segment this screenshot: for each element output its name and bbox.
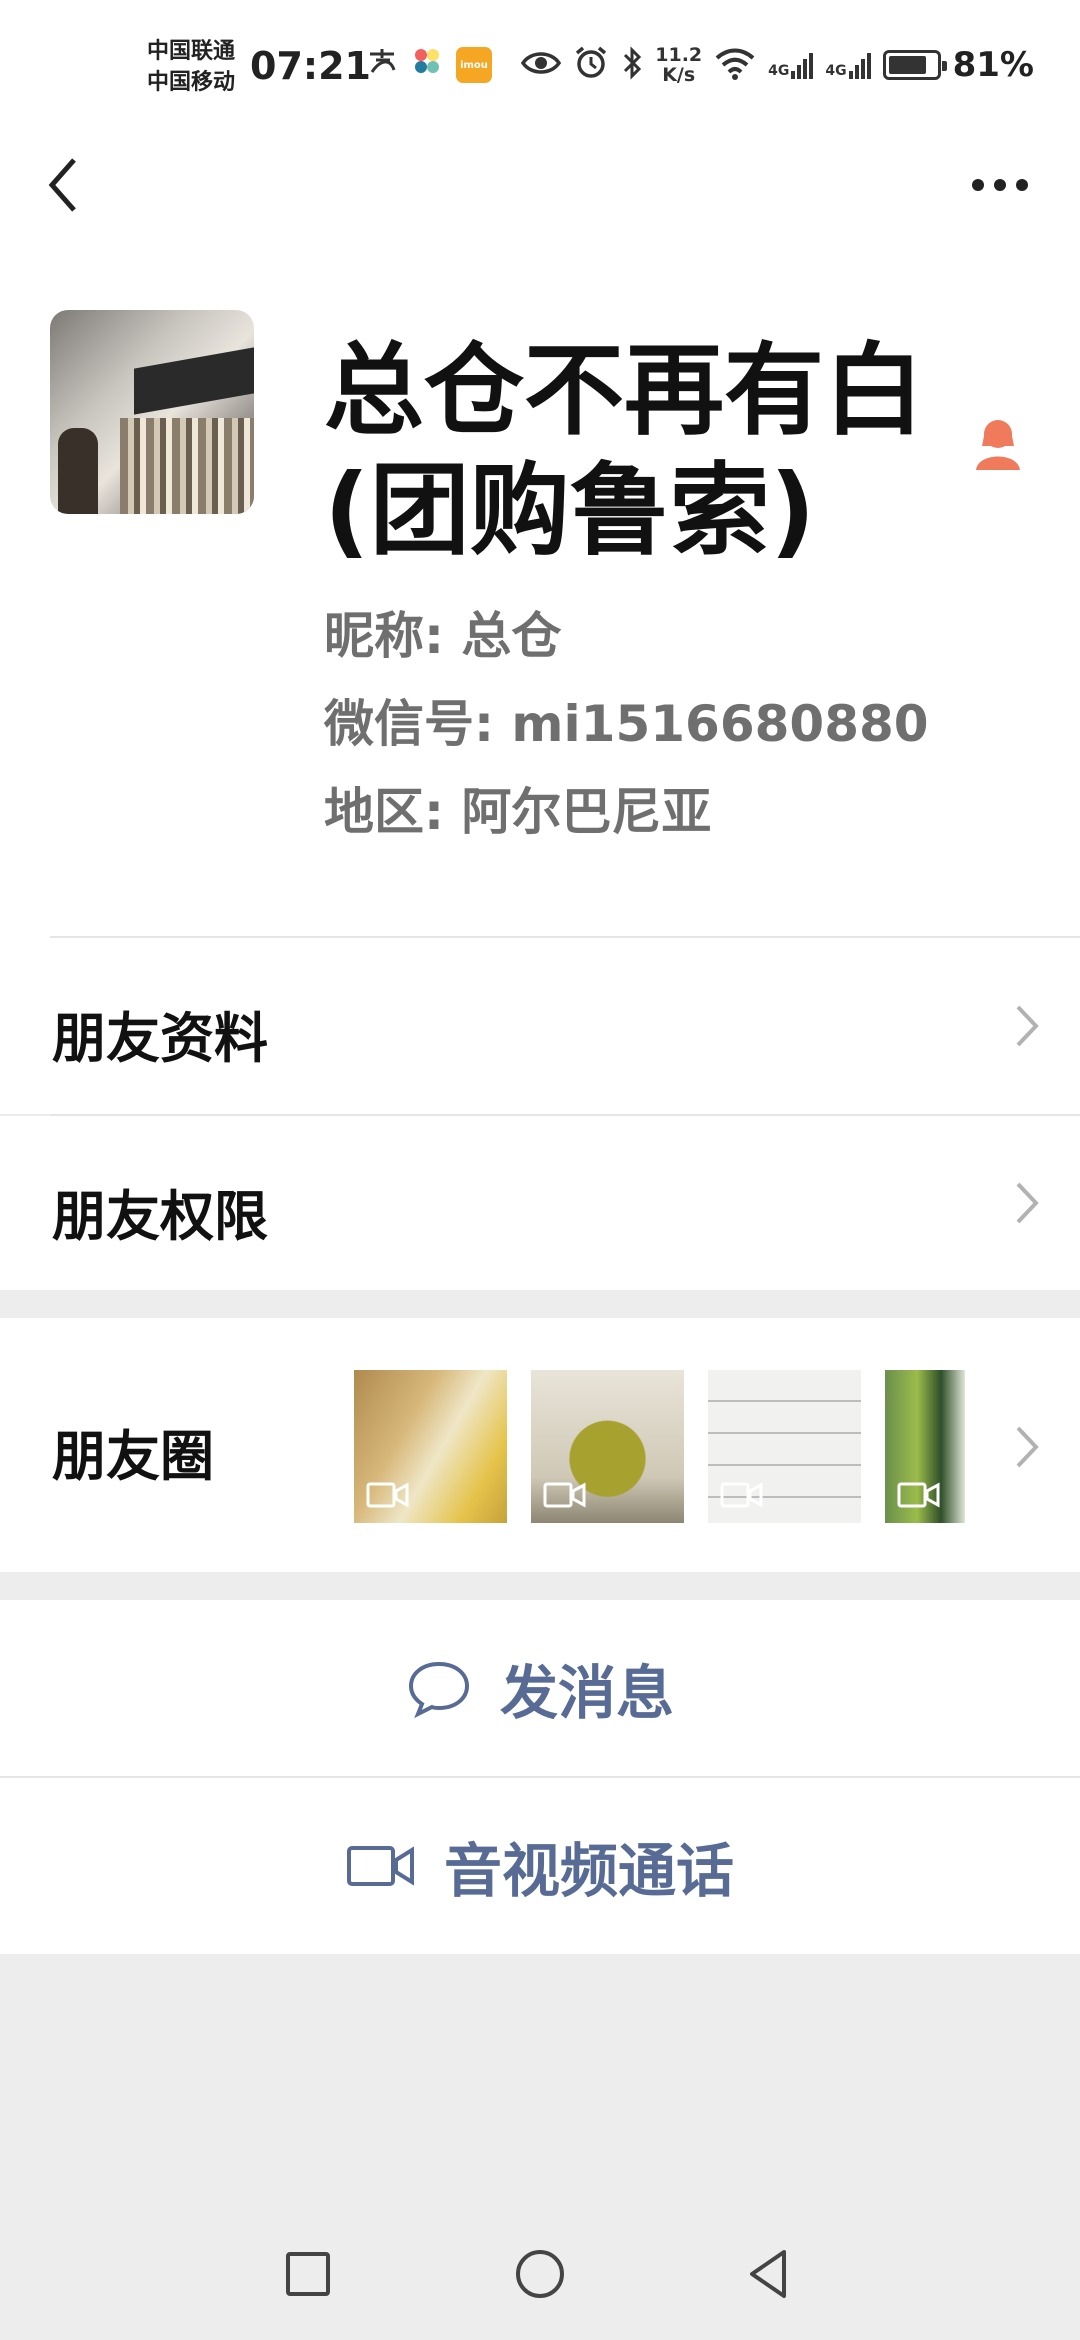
chevron-right-icon: [1016, 1182, 1039, 1224]
home-button[interactable]: [510, 2244, 570, 2304]
system-nav-bar: [0, 2210, 1080, 2340]
moments-label: 朋友圈: [52, 1425, 214, 1488]
chat-bubble-icon: [408, 1661, 469, 1718]
moments-thumbnails: [354, 1370, 965, 1523]
friend-profile-label: 朋友资料: [52, 1007, 268, 1070]
avatar[interactable]: [50, 310, 254, 514]
eye-icon: [521, 49, 562, 81]
nickname-label: 昵称:: [324, 607, 444, 665]
remark-name-line-2: (团购鲁索): [324, 452, 816, 569]
region-line: 地区: 阿尔巴尼亚: [324, 772, 711, 844]
status-bar: 中国联通 中国移动 07:21 imou 11.2 K/s 4G 4G 81%: [0, 0, 1080, 120]
carrier-2: 中国移动: [147, 70, 236, 95]
bluetooth-icon: [621, 45, 643, 85]
signal-1-icon: 4G: [768, 51, 814, 79]
video-call-label: 音视频通话: [443, 1837, 734, 1905]
friend-profile-row[interactable]: 朋友资料: [0, 938, 1080, 1114]
battery-icon: [882, 50, 947, 80]
profile-section: 总仓不再有白 (团购鲁索) 昵称: 总仓 微信号: mi1516680880 地…: [0, 260, 1080, 938]
alipay-icon: [366, 46, 398, 84]
more-dots-icon: [972, 179, 1028, 191]
moment-thumbnail[interactable]: [708, 1370, 861, 1523]
wechat-id-value[interactable]: mi1516680880: [511, 695, 928, 753]
battery-fill: [888, 56, 926, 74]
video-icon: [366, 1482, 409, 1508]
carrier-1: 中国联通: [147, 39, 236, 64]
top-bar: [0, 120, 1080, 260]
video-icon: [897, 1482, 940, 1508]
signal-2-icon: 4G: [825, 51, 871, 79]
friend-permissions-row[interactable]: 朋友权限: [0, 1116, 1080, 1290]
net-speed-unit: K/s: [662, 64, 696, 86]
nickname-value: 总仓: [461, 607, 562, 665]
chevron-right-icon: [1016, 1005, 1039, 1047]
moment-thumbnail[interactable]: [885, 1370, 965, 1523]
region-value: 阿尔巴尼亚: [461, 783, 712, 841]
send-message-button[interactable]: 发消息: [0, 1600, 1080, 1776]
video-icon: [720, 1482, 763, 1508]
female-icon: [972, 416, 1024, 472]
notification-icons: imou: [366, 40, 492, 90]
chevron-left-icon: [48, 158, 76, 212]
remark-name-line-1: 总仓不再有白: [324, 332, 924, 449]
system-icons: 11.2 K/s 4G 4G 81%: [521, 40, 1034, 90]
video-call-button[interactable]: 音视频通话: [0, 1778, 1080, 1954]
moment-thumbnail[interactable]: [531, 1370, 684, 1523]
region-label: 地区:: [324, 783, 444, 841]
back-nav-button[interactable]: [740, 2244, 800, 2304]
signal-2-label: 4G: [825, 63, 847, 79]
video-icon: [543, 1482, 586, 1508]
more-button[interactable]: [960, 160, 1040, 210]
network-speed: 11.2 K/s: [655, 45, 702, 85]
wifi-icon: [714, 46, 756, 84]
video-camera-icon: [346, 1846, 414, 1886]
moments-row[interactable]: 朋友圈: [0, 1318, 1080, 1572]
wechat-id-label: 微信号:: [324, 695, 494, 753]
signal-1-label: 4G: [768, 63, 790, 79]
imou-app-icon: imou: [456, 47, 492, 83]
pinwheel-icon: [412, 46, 442, 84]
chevron-right-icon: [1016, 1426, 1039, 1468]
moment-thumbnail[interactable]: [354, 1370, 507, 1523]
status-time: 07:21: [250, 44, 371, 88]
carrier-names: 中国联通 中国移动: [147, 36, 247, 98]
wechat-id-line: 微信号: mi1516680880: [324, 684, 929, 756]
net-speed-value: 11.2: [655, 44, 703, 66]
recent-apps-button[interactable]: [278, 2244, 338, 2304]
alarm-icon: [573, 45, 609, 85]
nickname-line: 昵称: 总仓: [324, 596, 561, 668]
battery-percent: 81%: [952, 45, 1034, 85]
back-button[interactable]: [40, 150, 100, 220]
send-message-label: 发消息: [499, 1659, 674, 1727]
friend-permissions-label: 朋友权限: [52, 1185, 268, 1248]
